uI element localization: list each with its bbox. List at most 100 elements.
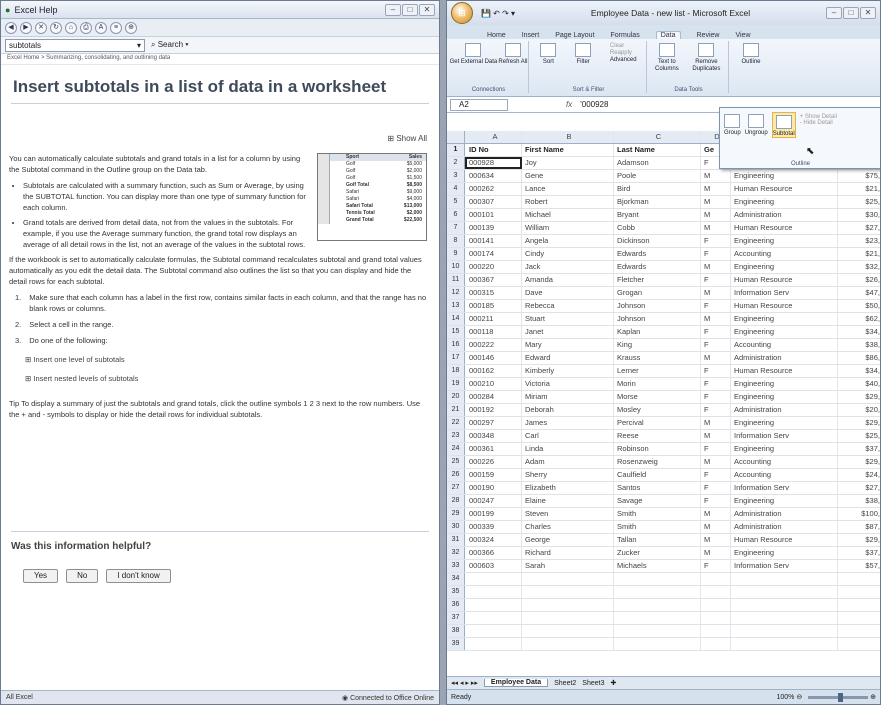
table-cell[interactable]: $100, [838, 508, 880, 520]
table-cell[interactable]: Santos [614, 482, 701, 494]
table-cell[interactable]: Rebecca [522, 300, 614, 312]
table-cell[interactable]: Sarah [522, 560, 614, 572]
font-size-icon[interactable]: A [95, 21, 107, 34]
subtotal-button[interactable]: Subtotal [771, 112, 796, 138]
quick-access-toolbar[interactable]: 💾 ↶ ↷ ▾ [481, 9, 515, 18]
table-cell[interactable] [614, 638, 701, 650]
table-cell[interactable] [614, 573, 701, 585]
close-button[interactable]: ✕ [419, 3, 435, 16]
table-cell[interactable]: Tallan [614, 534, 701, 546]
advanced-button[interactable]: Advanced [610, 57, 637, 64]
table-cell[interactable]: F [701, 469, 731, 481]
zoom-in-icon[interactable]: ⊕ [870, 694, 876, 701]
tab-formulas[interactable]: Formulas [611, 32, 640, 39]
table-cell[interactable]: Steven [522, 508, 614, 520]
zoom-level[interactable]: 100% [776, 694, 794, 701]
table-cell[interactable]: Poole [614, 170, 701, 182]
table-cell[interactable]: Engineering [731, 378, 838, 390]
refresh-all-button[interactable]: Refresh All [498, 41, 527, 66]
table-cell[interactable]: Robinson [614, 443, 701, 455]
table-cell[interactable] [465, 573, 522, 585]
table-cell[interactable]: Information Serv [731, 560, 838, 572]
table-cell[interactable]: Krauss [614, 352, 701, 364]
table-cell[interactable] [522, 586, 614, 598]
table-cell[interactable]: William [522, 222, 614, 234]
row-number[interactable]: 23 [447, 430, 465, 442]
table-cell[interactable]: Angela [522, 235, 614, 247]
table-cell[interactable]: George [522, 534, 614, 546]
table-cell[interactable]: $30, [838, 209, 880, 221]
table-cell[interactable]: Morin [614, 378, 701, 390]
table-cell[interactable]: Information Serv [731, 482, 838, 494]
table-cell[interactable]: Bjorkman [614, 196, 701, 208]
row-number[interactable]: 19 [447, 378, 465, 390]
table-cell[interactable]: Bird [614, 183, 701, 195]
table-cell[interactable]: King [614, 339, 701, 351]
table-cell[interactable]: 000190 [465, 482, 522, 494]
table-cell[interactable]: 000348 [465, 430, 522, 442]
table-cell[interactable] [701, 586, 731, 598]
row-number[interactable]: 29 [447, 508, 465, 520]
tab-data[interactable]: Data [655, 31, 681, 39]
table-cell[interactable] [701, 625, 731, 637]
sort-button[interactable]: Sort [540, 41, 557, 66]
row-number[interactable]: 6 [447, 209, 465, 221]
table-cell[interactable]: Reese [614, 430, 701, 442]
table-cell[interactable]: Engineering [731, 391, 838, 403]
table-cell[interactable]: Engineering [731, 495, 838, 507]
table-cell[interactable]: F [701, 274, 731, 286]
table-cell[interactable] [701, 599, 731, 611]
tab-page-layout[interactable]: Page Layout [555, 32, 594, 39]
table-cell[interactable]: 000210 [465, 378, 522, 390]
table-cell[interactable]: 000101 [465, 209, 522, 221]
table-cell[interactable]: $86, [838, 352, 880, 364]
table-cell[interactable]: $20, [838, 404, 880, 416]
table-cell[interactable]: Administration [731, 404, 838, 416]
row-number[interactable]: 15 [447, 326, 465, 338]
table-cell[interactable]: Accounting [731, 456, 838, 468]
table-cell[interactable]: $25, [838, 430, 880, 442]
table-cell[interactable]: Engineering [731, 443, 838, 455]
table-cell[interactable]: Kimberly [522, 365, 614, 377]
table-cell[interactable]: Elizabeth [522, 482, 614, 494]
table-cell[interactable] [614, 586, 701, 598]
table-cell[interactable]: Deborah [522, 404, 614, 416]
toc-icon[interactable]: ≡ [110, 21, 122, 34]
table-cell[interactable] [731, 638, 838, 650]
row-number[interactable]: 33 [447, 560, 465, 572]
table-cell[interactable]: $21, [838, 183, 880, 195]
table-cell[interactable]: 000262 [465, 183, 522, 195]
row-number[interactable]: 38 [447, 625, 465, 637]
refresh-icon[interactable]: ↻ [50, 21, 62, 34]
row-number[interactable]: 27 [447, 482, 465, 494]
table-cell[interactable]: $21, [838, 248, 880, 260]
table-cell[interactable]: 000634 [465, 170, 522, 182]
table-cell[interactable]: 000324 [465, 534, 522, 546]
table-cell[interactable]: Grogan [614, 287, 701, 299]
minimize-button[interactable]: – [826, 7, 842, 19]
zoom-slider-knob[interactable] [838, 692, 844, 702]
table-cell[interactable]: 000307 [465, 196, 522, 208]
row-number[interactable]: 1 [447, 144, 465, 156]
table-cell[interactable]: M [701, 261, 731, 273]
row-number[interactable]: 30 [447, 521, 465, 533]
table-cell[interactable]: $47, [838, 287, 880, 299]
table-cell[interactable]: Kaplan [614, 326, 701, 338]
table-cell[interactable]: 000192 [465, 404, 522, 416]
row-number[interactable]: 17 [447, 352, 465, 364]
row-number[interactable]: 18 [447, 365, 465, 377]
table-cell[interactable]: Accounting [731, 469, 838, 481]
tab-insert[interactable]: Insert [522, 32, 540, 39]
row-number[interactable]: 24 [447, 443, 465, 455]
table-cell[interactable]: Fletcher [614, 274, 701, 286]
header-cell[interactable]: ID No [465, 144, 522, 156]
table-cell[interactable]: 000297 [465, 417, 522, 429]
table-cell[interactable]: Engineering [731, 547, 838, 559]
row-number[interactable]: 14 [447, 313, 465, 325]
table-cell[interactable]: $27, [838, 482, 880, 494]
row-number[interactable]: 12 [447, 287, 465, 299]
table-cell[interactable]: Carl [522, 430, 614, 442]
table-cell[interactable]: M [701, 170, 731, 182]
table-cell[interactable]: Human Resource [731, 222, 838, 234]
connection-status[interactable]: ◉ Connected to Office Online [342, 694, 434, 702]
